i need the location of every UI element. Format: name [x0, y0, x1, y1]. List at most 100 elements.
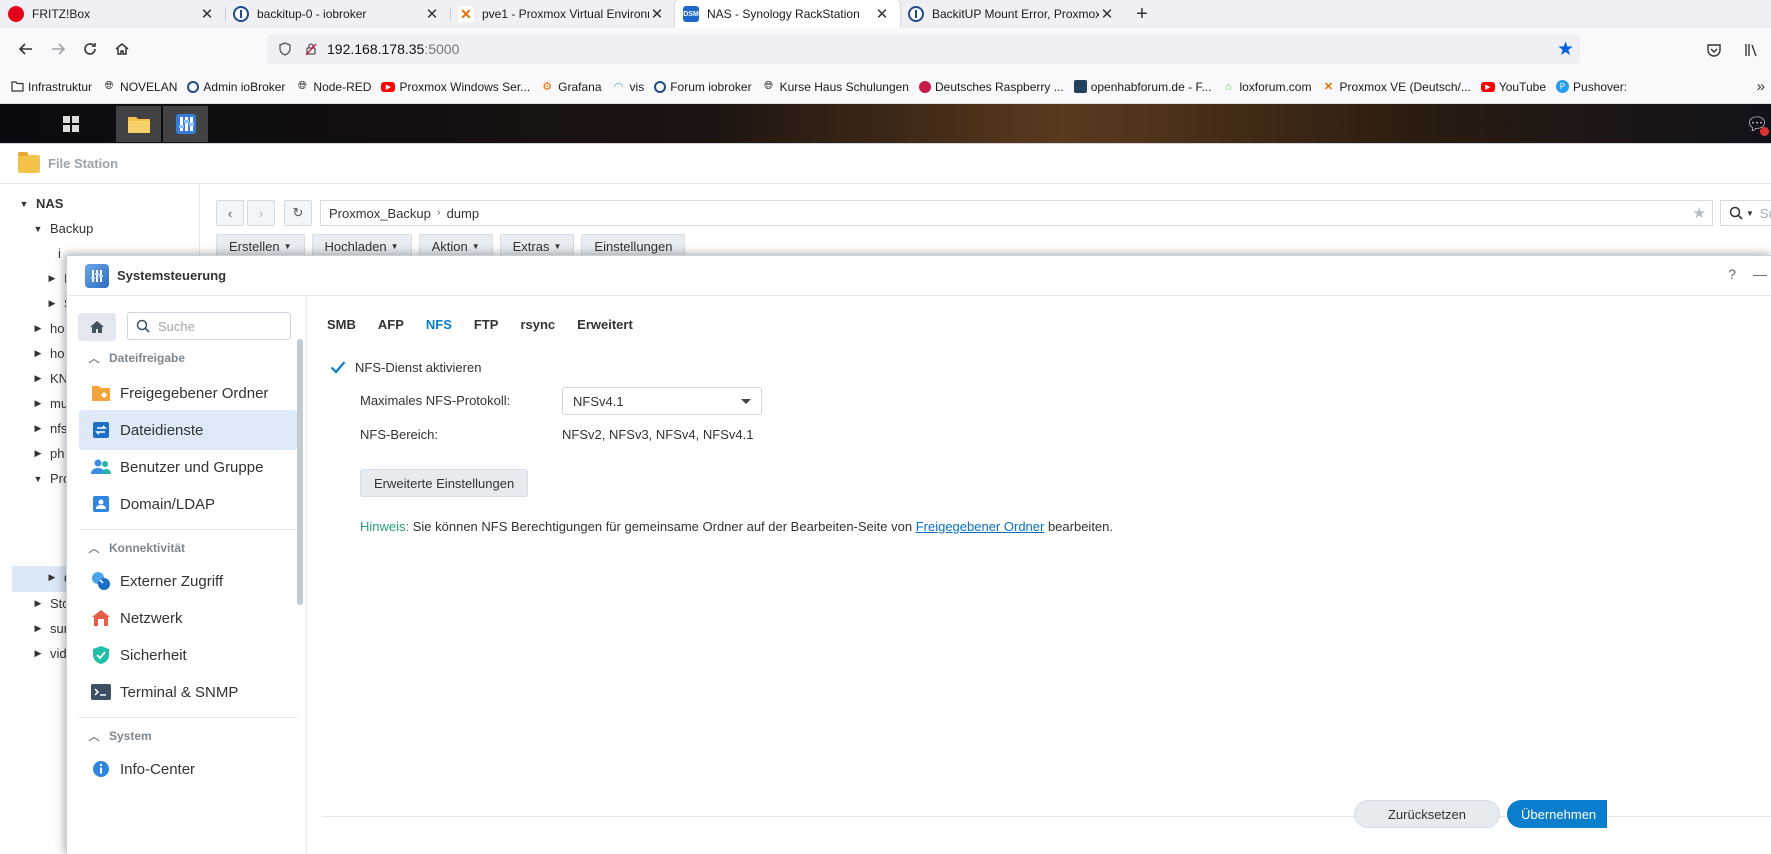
bookmark-item[interactable]: ▶ Proxmox Windows Ser... — [381, 80, 530, 94]
back-button[interactable]: ‹ — [216, 200, 244, 226]
tree-node[interactable]: ▶ nfs — [32, 421, 68, 436]
bookmark-item[interactable]: openhabforum.de - F... — [1073, 80, 1211, 94]
notification-button[interactable]: 💬︎ — [1743, 110, 1771, 138]
tree-node[interactable]: ▶I — [46, 271, 68, 286]
library-icon[interactable] — [1733, 34, 1771, 66]
tree-node-nas[interactable]: ▼ NAS — [18, 196, 64, 211]
sidebar-item-network[interactable]: Netzwerk — [79, 598, 297, 638]
tab-nfs[interactable]: NFS — [426, 304, 452, 344]
apply-button[interactable]: Übernehmen — [1507, 800, 1607, 828]
control-panel-titlebar[interactable]: Systemsteuerung ? — — [67, 256, 1771, 296]
tab-rsync[interactable]: rsync — [520, 304, 555, 344]
chevron-double-right-icon[interactable]: » — [1757, 78, 1765, 95]
bookmark-item[interactable]: 🌐︎ Node-RED — [295, 80, 371, 94]
url-bar[interactable]: 192.168.178.35:5000 ★ — [267, 34, 1580, 64]
star-icon[interactable]: ★ — [1693, 204, 1706, 222]
category-system[interactable]: ︿ System — [79, 722, 297, 750]
tree-node[interactable]: ▶ ph — [32, 446, 65, 461]
browser-tab-backitup[interactable]: backitup-0 - iobroker ✕ — [225, 0, 450, 28]
caret-right-icon: ▶ — [34, 373, 42, 383]
sidebar-scrollbar[interactable] — [297, 339, 303, 605]
advanced-settings-button[interactable]: Erweiterte Einstellungen — [360, 469, 529, 497]
nfs-enable-checkbox[interactable] — [329, 358, 347, 376]
category-connectivity[interactable]: ︿ Konnektivität — [79, 534, 297, 562]
close-icon[interactable]: ✕ — [199, 5, 215, 23]
path-breadcrumb[interactable]: Proxmox_Backup › dump ★ — [320, 200, 1713, 226]
window-title: Systemsteuerung — [117, 268, 227, 283]
bookmark-item[interactable]: 🌐︎ Kurse Haus Schulungen — [762, 80, 909, 94]
nfs-enable-row[interactable]: NFS-Dienst aktivieren — [329, 358, 481, 376]
help-button[interactable]: ? — [1728, 266, 1736, 282]
tree-node[interactable]: ▶ vid — [32, 646, 67, 661]
browser-tab-backitup-error[interactable]: BackitUP Mount Error, Proxmox ✕ — [900, 0, 1125, 28]
reset-button[interactable]: Zurücksetzen — [1354, 800, 1500, 828]
bookmark-item[interactable]: Forum iobroker — [654, 80, 752, 94]
tab-afp[interactable]: AFP — [378, 304, 404, 344]
sidebar-item-external-access[interactable]: Externer Zugriff — [79, 561, 297, 601]
file-search[interactable]: ▼ Su — [1720, 200, 1771, 226]
forward-button[interactable] — [42, 33, 74, 65]
close-icon[interactable]: ✕ — [874, 5, 890, 23]
bookmark-item[interactable]: ⚙ Grafana — [540, 80, 601, 94]
bookmark-item[interactable]: P Pushover: — [1556, 80, 1627, 94]
taskbar-file-station[interactable] — [116, 106, 161, 142]
tab-smb[interactable]: SMB — [327, 304, 356, 344]
tree-node[interactable]: ▼ Pro — [32, 471, 71, 486]
bookmark-item[interactable]: ⌂ loxforum.com — [1221, 80, 1311, 94]
max-protocol-select[interactable]: NFSv4.1 — [562, 387, 762, 415]
home-button[interactable] — [106, 33, 138, 65]
close-icon[interactable]: ✕ — [649, 5, 665, 23]
category-file-sharing[interactable]: ︿ Dateifreigabe — [79, 344, 297, 372]
tree-node[interactable]: ▶ ho — [32, 346, 65, 361]
close-icon[interactable]: ✕ — [1099, 5, 1115, 23]
sidebar-item-file-services[interactable]: Dateidienste — [79, 410, 297, 450]
iobroker-icon — [654, 80, 667, 93]
bookmark-star-icon[interactable]: ★ — [1557, 38, 1574, 61]
bookmark-item[interactable]: ◠ vis — [612, 80, 644, 94]
search-field[interactable] — [127, 312, 291, 340]
reload-button[interactable] — [74, 33, 106, 65]
tree-node[interactable]: ▶ sur — [32, 621, 69, 636]
file-station-titlebar[interactable]: File Station — [0, 144, 1771, 184]
new-tab-button[interactable]: + — [1125, 0, 1159, 28]
sidebar-item-users-groups[interactable]: Benutzer und Gruppe — [79, 447, 297, 487]
refresh-button[interactable]: ↻ — [284, 200, 312, 226]
browser-tab-proxmox[interactable]: ✕ pve1 - Proxmox Virtual Environm ✕ — [450, 0, 675, 28]
tab-ftp[interactable]: FTP — [474, 304, 499, 344]
browser-tab-fritzbox[interactable]: FRITZ!Box ✕ — [0, 0, 225, 28]
tree-node[interactable]: ▶ KN — [32, 371, 69, 386]
search-input[interactable] — [158, 318, 278, 334]
close-icon[interactable]: ✕ — [424, 5, 440, 23]
shared-folder-link[interactable]: Freigegebener Ordner — [916, 519, 1045, 534]
sidebar-item-terminal-snmp[interactable]: Terminal & SNMP — [79, 672, 297, 712]
sidebar-item-security[interactable]: Sicherheit — [79, 635, 297, 675]
breadcrumb-item[interactable]: dump — [447, 206, 480, 221]
bookmark-item[interactable]: Deutsches Raspberry ... — [918, 80, 1064, 94]
forward-button[interactable]: › — [247, 200, 275, 226]
bookmark-item[interactable]: ▶ YouTube — [1480, 80, 1546, 94]
insecure-lock-icon[interactable] — [301, 39, 321, 59]
sidebar-item-domain-ldap[interactable]: Domain/LDAP — [79, 484, 297, 524]
taskbar-control-panel[interactable] — [163, 106, 208, 142]
tab-advanced[interactable]: Erweitert — [577, 304, 633, 344]
tree-node-backup[interactable]: ▼ Backup — [32, 221, 94, 236]
bookmark-item[interactable]: 🌐︎ NOVELAN — [102, 80, 178, 94]
bookmark-item[interactable]: Infrastruktur — [10, 80, 92, 94]
tree-node[interactable]: i — [58, 246, 61, 261]
bookmark-item[interactable]: Admin ioBroker — [187, 80, 285, 94]
breadcrumb-item[interactable]: Proxmox_Backup — [329, 206, 431, 221]
browser-tab-nas[interactable]: DSM NAS - Synology RackStation ✕ — [675, 0, 900, 28]
shield-icon[interactable] — [275, 39, 295, 59]
tree-node[interactable]: ▶ ho — [32, 321, 65, 336]
minimize-button[interactable]: — — [1753, 266, 1767, 282]
bookmark-item[interactable]: ✕ Proxmox VE (Deutsch/... — [1321, 80, 1471, 94]
sidebar-item-info-center[interactable]: Info-Center — [79, 749, 297, 789]
refresh-icon: ↻ — [292, 205, 304, 220]
pocket-icon[interactable] — [1695, 34, 1733, 66]
tree-node[interactable]: ▶ Sto — [32, 596, 70, 611]
tree-node[interactable]: ▶ mu — [32, 396, 69, 411]
sidebar-item-shared-folder[interactable]: Freigegebener Ordner — [79, 373, 297, 413]
dsm-main-menu-button[interactable] — [30, 106, 112, 142]
home-button[interactable] — [78, 313, 116, 341]
back-button[interactable] — [10, 33, 42, 65]
